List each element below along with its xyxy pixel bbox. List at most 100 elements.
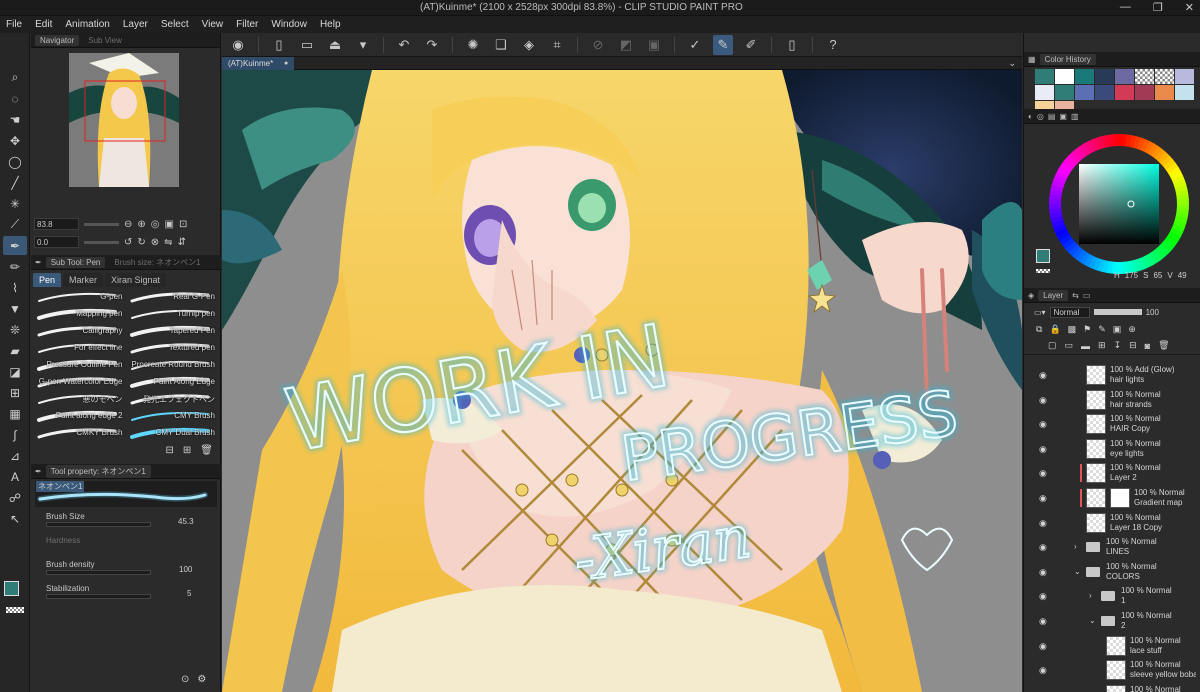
brush-item[interactable]: 悪のモペン xyxy=(35,391,125,407)
prop-brush-size[interactable]: Brush Size 45.3 xyxy=(31,509,221,533)
eye-icon[interactable]: ◉ xyxy=(1039,370,1047,381)
menu-edit[interactable]: Edit xyxy=(35,19,52,30)
color-history-swatch[interactable] xyxy=(1035,85,1054,100)
eye-icon[interactable]: ◉ xyxy=(1039,444,1047,455)
prop-hardness[interactable]: Hardness xyxy=(31,533,221,557)
clip-studio-icon[interactable]: ◉ xyxy=(228,35,248,55)
canvas[interactable]: WORK IN WORK IN PROGRESS PROGRESS -Xiran… xyxy=(222,70,1022,692)
brush-item[interactable]: 発光エフェクトペン xyxy=(128,391,218,407)
save-icon[interactable]: ▾ xyxy=(353,35,373,55)
pen-icon[interactable]: ✒ xyxy=(3,236,27,255)
layer-color-icon[interactable]: ▭▾ xyxy=(1034,308,1046,317)
brush-item[interactable]: CMY Dual Brush xyxy=(128,425,218,441)
menu-file[interactable]: File xyxy=(6,19,22,30)
color-history-swatch[interactable] xyxy=(1135,69,1154,84)
eye-icon[interactable]: ◉ xyxy=(1039,567,1047,578)
move-layer-icon[interactable]: ☚ xyxy=(3,110,27,129)
brush-item[interactable]: Pressure Outline Pen xyxy=(35,357,125,373)
brush-item[interactable]: Real G-Pen xyxy=(128,289,218,305)
main-color-chip[interactable] xyxy=(1036,249,1050,263)
sparkle-icon[interactable]: ✳ xyxy=(3,194,27,213)
rotate-left-icon[interactable]: ↺ xyxy=(124,237,132,248)
color-history-swatch[interactable] xyxy=(1175,69,1194,84)
delete-layer-icon[interactable]: 🗑 xyxy=(1158,340,1169,351)
brush-item[interactable]: G-pen Watercolor Edge xyxy=(35,374,125,390)
lock-transparent-icon[interactable]: ▩ xyxy=(1068,324,1077,335)
color-history-swatch[interactable] xyxy=(1075,69,1094,84)
chevron-down-icon[interactable]: ⌄ xyxy=(1008,58,1016,69)
lock-icon[interactable]: 🔒 xyxy=(1049,324,1060,335)
brush-item[interactable]: Mapping pen xyxy=(35,306,125,322)
layer-row[interactable]: ◉ 100 % Normal Layer 2 xyxy=(1024,461,1200,485)
add-brush-icon[interactable]: ⊞ xyxy=(183,445,191,456)
invert-selection-icon[interactable]: ▣ xyxy=(644,35,664,55)
brush-item[interactable]: Calligraphy xyxy=(35,323,125,339)
brush-size-slider[interactable] xyxy=(46,522,151,527)
brush-icon[interactable]: ⌇ xyxy=(3,278,27,297)
brush-item[interactable]: CMKY Brush xyxy=(35,425,125,441)
subtool-tab-marker[interactable]: Marker xyxy=(63,273,104,287)
new-folder-icon[interactable]: ▬ xyxy=(1081,341,1090,351)
brush-item[interactable]: Paint Along Edge xyxy=(128,374,218,390)
zoom-slider[interactable] xyxy=(84,222,119,226)
new-vector-layer-icon[interactable]: ▭ xyxy=(1065,340,1074,351)
export-icon[interactable]: ⏏ xyxy=(325,35,345,55)
airbrush-icon[interactable]: ▼ xyxy=(3,299,27,318)
tab-layer[interactable]: Layer xyxy=(1038,289,1069,301)
hue-segment[interactable] xyxy=(1049,203,1062,209)
reset-rotation-icon[interactable]: ⊗ xyxy=(151,237,159,248)
folder-chevron-icon[interactable]: › xyxy=(1089,591,1092,600)
move-icon[interactable]: ✥ xyxy=(3,131,27,150)
color-history-swatch[interactable] xyxy=(1055,69,1074,84)
fill-icon[interactable]: ◈ xyxy=(519,35,539,55)
rotation-value[interactable]: 0.0 xyxy=(34,236,79,248)
mask-create-icon[interactable]: ◙ xyxy=(1145,341,1150,351)
color-history-swatch[interactable] xyxy=(1135,85,1154,100)
zoom-icon[interactable]: ⌕ xyxy=(3,68,27,87)
menu-animation[interactable]: Animation xyxy=(65,19,109,30)
brush-item[interactable]: Paint along edge 2 xyxy=(35,408,125,424)
layer-row[interactable]: ◉ 100 % Normal Layer 18 Copy xyxy=(1024,511,1200,535)
copy-layer-icon[interactable]: ❏ xyxy=(491,35,511,55)
layer-row[interactable]: ◉ 100 % Normal sleeve yellow boba xyxy=(1024,658,1200,682)
layer-row[interactable]: ◉ › 100 % Normal LINES xyxy=(1024,535,1200,559)
prop-value[interactable]: 5 xyxy=(187,589,191,598)
menu-help[interactable]: Help xyxy=(320,19,341,30)
color-history-swatch[interactable] xyxy=(1155,69,1174,84)
ruler-layer-icon[interactable]: ⊕ xyxy=(1128,324,1136,335)
layer-row[interactable]: ◉ 100 % Add (Glow) hair lights xyxy=(1024,363,1200,387)
folder-chevron-icon[interactable]: › xyxy=(1074,542,1077,551)
layer-row[interactable]: ◉ 100 % Normal hair strands xyxy=(1024,388,1200,412)
color-history-swatch[interactable] xyxy=(1095,69,1114,84)
open-folder-icon[interactable]: ▭ xyxy=(297,35,317,55)
color-wheel[interactable] xyxy=(1024,124,1200,284)
menu-view[interactable]: View xyxy=(202,19,224,30)
density-slider[interactable] xyxy=(46,570,151,575)
fit-window-icon[interactable]: ⊡ xyxy=(179,219,187,230)
ruler-icon[interactable]: ⊿ xyxy=(3,446,27,465)
brush-item[interactable]: G-pen xyxy=(35,289,125,305)
brush-item[interactable]: Textured pen xyxy=(128,340,218,356)
reference-icon[interactable]: ⚑ xyxy=(1083,324,1091,335)
fit-icon[interactable]: ◎ xyxy=(151,219,160,230)
undo-icon[interactable]: ↶ xyxy=(394,35,414,55)
layer-row[interactable]: ◉ 100 % Normal HAIR Copy xyxy=(1024,412,1200,436)
brush-item[interactable]: For effect line xyxy=(35,340,125,356)
main-color-swatch[interactable] xyxy=(4,581,19,596)
loading-icon[interactable]: ✺ xyxy=(463,35,483,55)
blend-mode-select[interactable]: Normal xyxy=(1049,306,1090,318)
eye-icon[interactable]: ◉ xyxy=(1039,591,1047,602)
zoom-out-icon[interactable]: ⊖ xyxy=(124,219,132,230)
menu-layer[interactable]: Layer xyxy=(123,19,148,30)
draft-icon[interactable]: ✎ xyxy=(1098,324,1106,335)
tab-navigator[interactable]: Navigator xyxy=(35,34,80,46)
approximate-tab-icon[interactable]: ▥ xyxy=(1071,112,1079,121)
brush-item[interactable]: Turnip pen xyxy=(128,306,218,322)
correct-line-icon[interactable]: ↖ xyxy=(3,509,27,528)
prop-value[interactable]: 45.3 xyxy=(178,517,194,526)
text-icon[interactable]: A xyxy=(3,467,27,486)
tab-sub-view[interactable]: Sub View xyxy=(83,35,127,46)
new-raster-layer-icon[interactable]: ▢ xyxy=(1048,340,1057,351)
layer-row[interactable]: ◉100 % Normal... xyxy=(1024,683,1200,692)
transparent-chip[interactable] xyxy=(1036,269,1050,273)
